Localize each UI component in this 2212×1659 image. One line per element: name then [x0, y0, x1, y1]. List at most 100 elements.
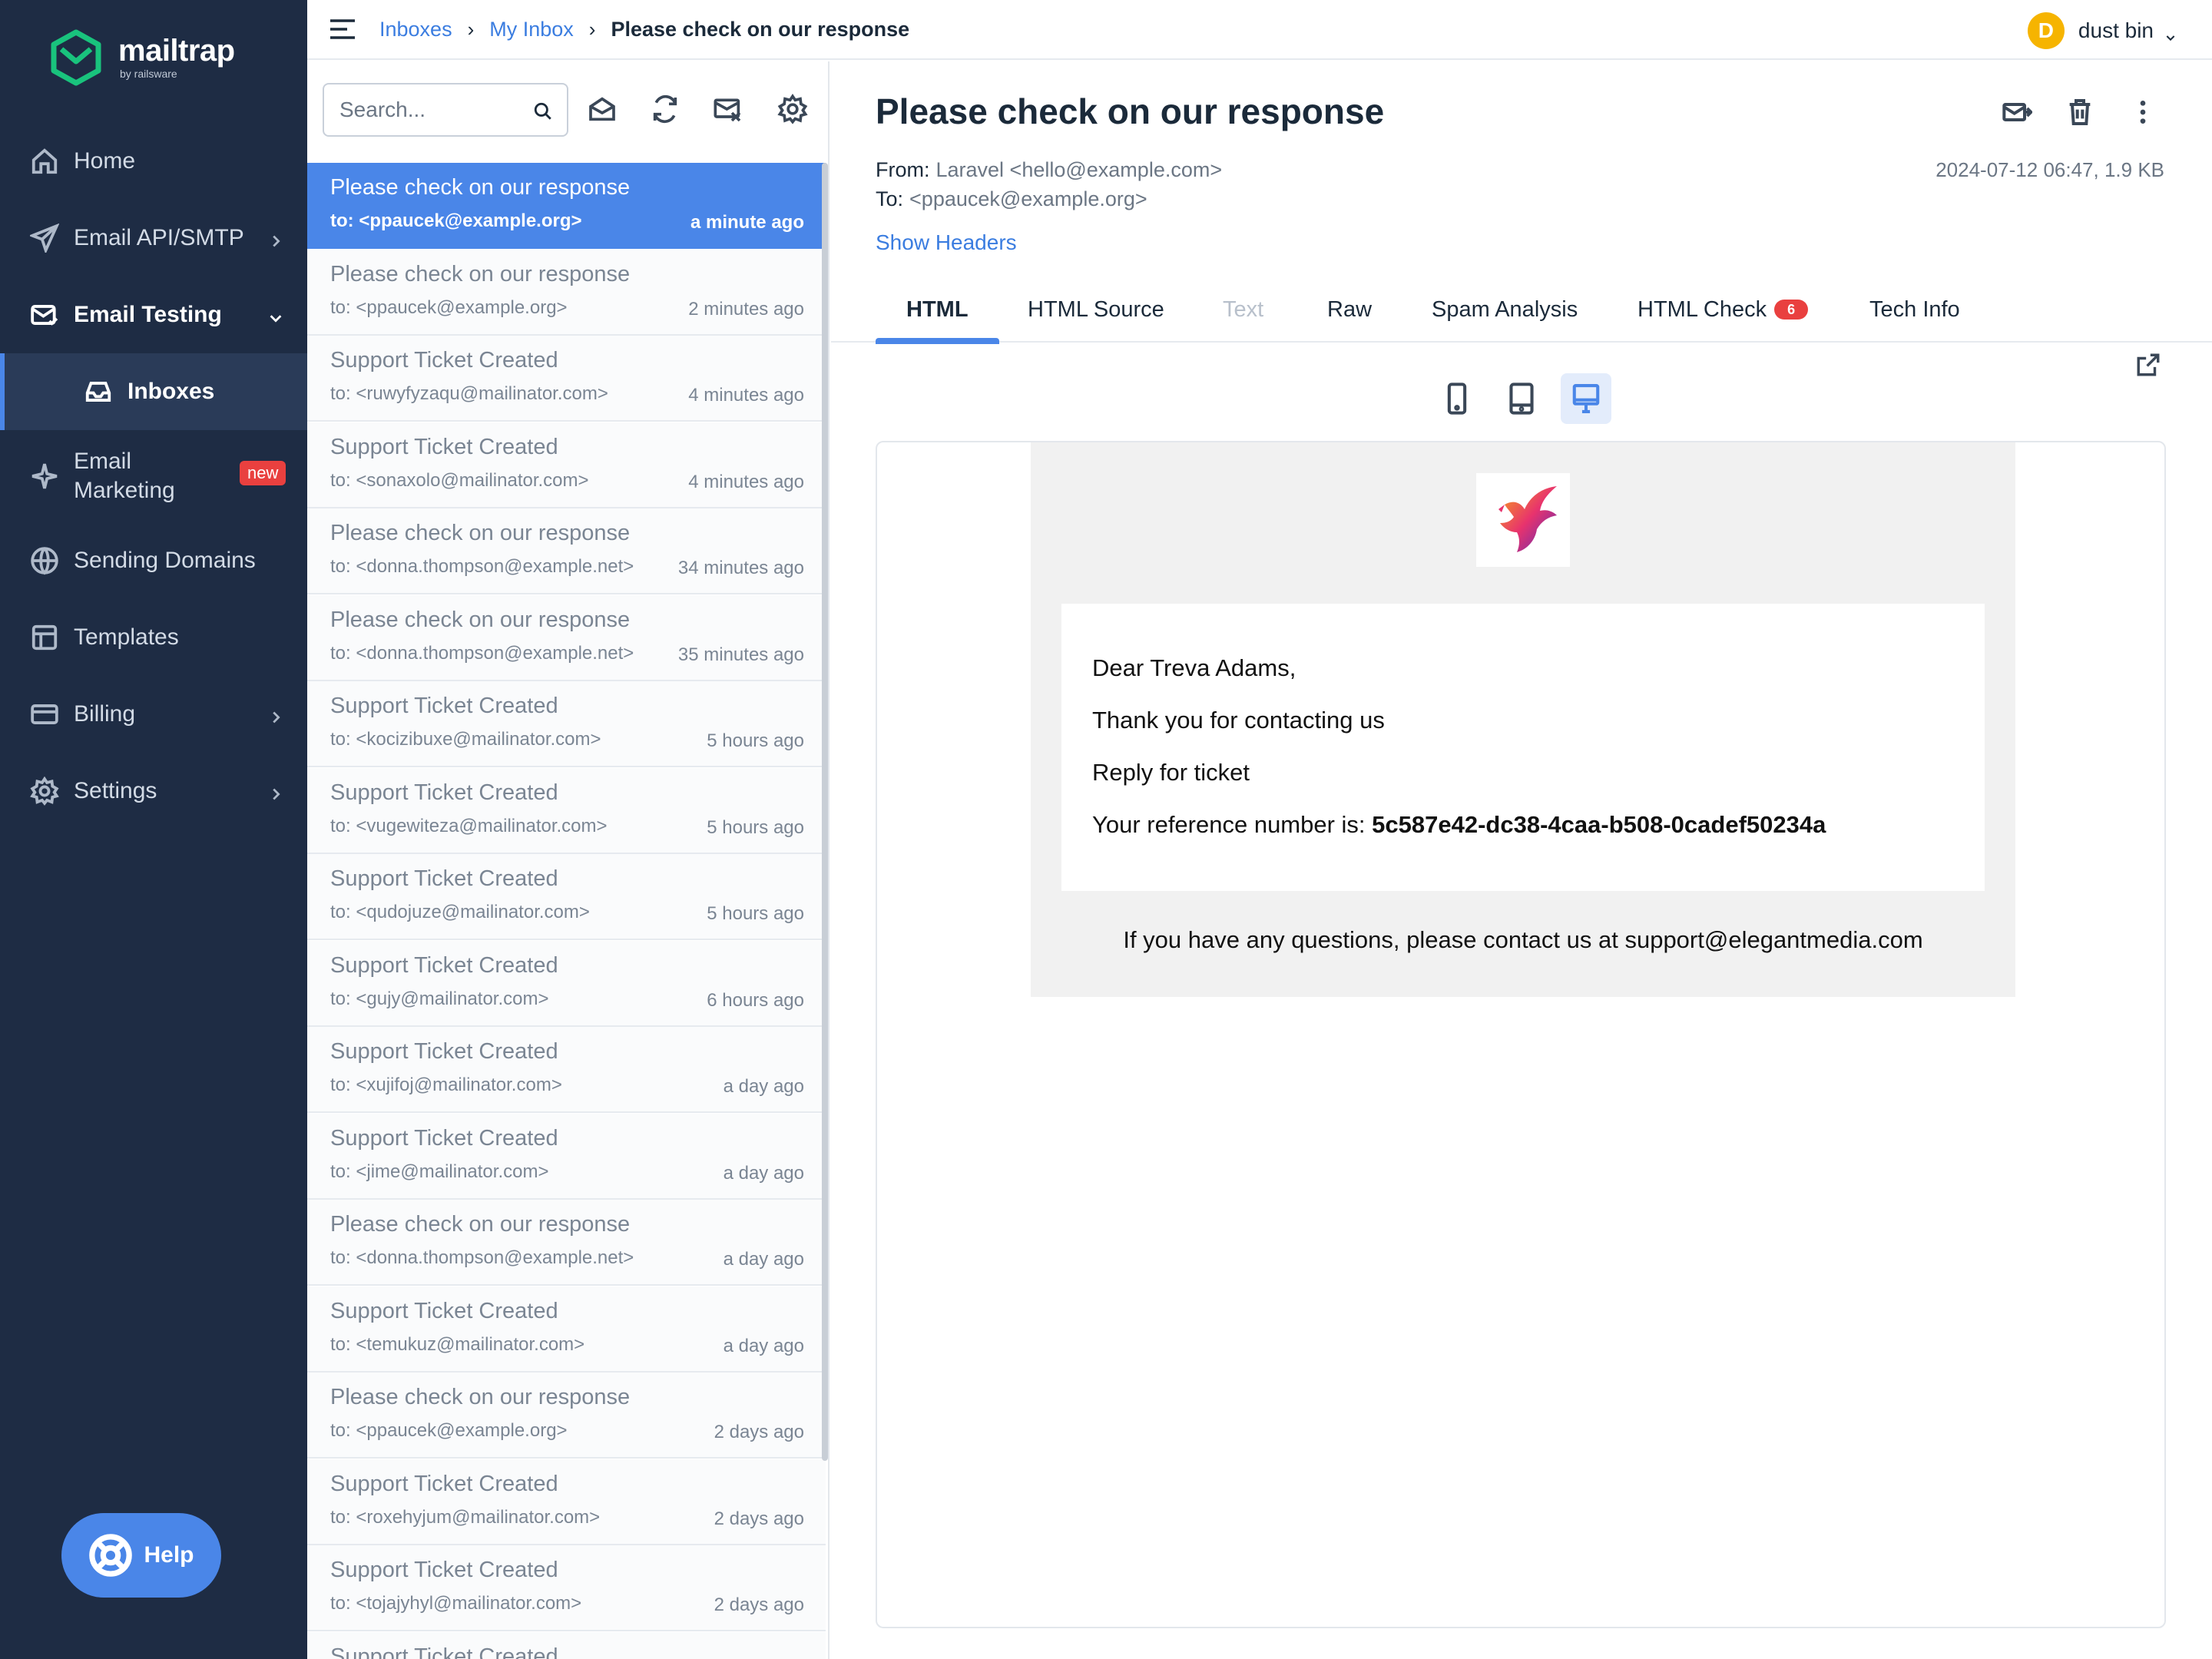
more-options-icon[interactable] — [2128, 97, 2161, 131]
tab-label: HTML Source — [1028, 296, 1164, 322]
brand-logo[interactable]: mailtrap by railsware — [51, 29, 235, 86]
tablet-view-icon[interactable] — [1496, 373, 1547, 424]
to-value: <ppaucek@example.org> — [909, 187, 1147, 210]
message-time: 6 hours ago — [707, 989, 804, 1011]
list-item[interactable]: Please check on our response to: <donna.t… — [307, 508, 826, 594]
help-button[interactable]: Help — [61, 1513, 221, 1598]
tab-label: Spam Analysis — [1432, 296, 1578, 322]
mark-read-icon[interactable] — [587, 94, 618, 124]
menu-toggle-icon[interactable] — [329, 18, 356, 40]
message-time: 5 hours ago — [707, 903, 804, 924]
search-icon[interactable] — [533, 101, 553, 121]
breadcrumb-my-inbox[interactable]: My Inbox — [489, 18, 574, 41]
sidebar-item-email-api[interactable]: Email API/SMTP — [0, 200, 307, 276]
sidebar-item-templates[interactable]: Templates — [0, 599, 307, 676]
refresh-icon[interactable] — [650, 94, 680, 124]
list-item[interactable]: Please check on our response to: <ppaucek… — [307, 163, 826, 249]
gear-icon[interactable] — [777, 94, 808, 124]
gear-icon — [29, 776, 60, 806]
send-icon — [29, 223, 60, 253]
avatar: D — [2027, 12, 2065, 49]
inbox-icon — [83, 376, 114, 407]
list-item[interactable]: Please check on our response to: <donna.t… — [307, 1200, 826, 1286]
list-item[interactable]: Support Ticket Created — [307, 1631, 826, 1659]
app-root: mailtrap by railsware Home Email API/SMT… — [0, 0, 2212, 1659]
sidebar-item-label: Templates — [74, 624, 179, 650]
sidebar-item-label: Email Marketing — [74, 447, 175, 505]
message-subject: Support Ticket Created — [330, 694, 558, 718]
breadcrumb: Inboxes › My Inbox › Please check on our… — [379, 18, 909, 41]
list-item[interactable]: Support Ticket Created to: <vugewiteza@ma… — [307, 767, 826, 854]
mobile-view-icon[interactable] — [1432, 373, 1482, 424]
tab-html-check[interactable]: HTML Check 6 — [1637, 276, 1809, 343]
message-to: to: <donna.thompson@example.net> — [330, 642, 634, 664]
trash-icon[interactable] — [2065, 97, 2098, 131]
sidebar-item-settings[interactable]: Settings — [0, 753, 307, 830]
list-item[interactable]: Support Ticket Created to: <sonaxolo@mail… — [307, 422, 826, 508]
message-to: to: <xujifoj@mailinator.com> — [330, 1075, 562, 1095]
message-subject: Support Ticket Created — [330, 1644, 558, 1659]
sidebar-item-inboxes[interactable]: Inboxes — [0, 353, 307, 430]
tab-tech-info[interactable]: Tech Info — [1869, 276, 1960, 343]
message-title: Please check on our response — [876, 91, 1385, 131]
message-to: to: <temukuz@mailinator.com> — [330, 1333, 585, 1355]
message-to: to: <donna.thompson@example.net> — [330, 556, 634, 577]
sidebar-item-email-testing[interactable]: Email Testing — [0, 276, 307, 353]
credit-card-icon — [29, 699, 60, 730]
user-menu[interactable]: D dust bin — [2027, 12, 2177, 49]
message-time: 4 minutes ago — [688, 385, 804, 406]
list-item[interactable]: Support Ticket Created to: <ruwyfyzaqu@ma… — [307, 336, 826, 422]
search-input[interactable] — [339, 98, 524, 122]
list-item[interactable]: Support Ticket Created to: <kocizibuxe@ma… — [307, 681, 826, 767]
open-external-icon[interactable] — [2135, 352, 2161, 378]
sidebar-item-label: Email Testing — [74, 302, 222, 327]
sidebar-item-sending-domains[interactable]: Sending Domains — [0, 522, 307, 599]
list-item[interactable]: Support Ticket Created to: <xujifoj@maili… — [307, 1027, 826, 1113]
list-item[interactable]: Please check on our response to: <donna.t… — [307, 594, 826, 681]
sidebar-item-billing[interactable]: Billing — [0, 676, 307, 753]
show-headers-link[interactable]: Show Headers — [876, 230, 1017, 255]
list-item[interactable]: Please check on our response to: <ppaucek… — [307, 1373, 826, 1459]
list-item[interactable]: Support Ticket Created to: <roxehyjum@mai… — [307, 1459, 826, 1545]
forward-icon[interactable] — [2002, 97, 2035, 131]
message-to: to: <ppaucek@example.org> — [330, 210, 582, 231]
tab-text[interactable]: Text — [1223, 276, 1263, 343]
tab-label: Raw — [1327, 296, 1373, 322]
list-item[interactable]: Support Ticket Created to: <qudojuze@mail… — [307, 854, 826, 940]
list-item[interactable]: Support Ticket Created to: <gujy@mailinat… — [307, 940, 826, 1027]
from-value: Laravel <hello@example.com> — [935, 158, 1223, 181]
email-logo — [1476, 473, 1570, 567]
message-subject: Support Ticket Created — [330, 780, 558, 805]
message-subject: Please check on our response — [330, 1385, 631, 1409]
list-scrollbar[interactable] — [822, 163, 828, 1461]
list-item[interactable]: Support Ticket Created to: <tojajyhyl@mai… — [307, 1545, 826, 1631]
list-item[interactable]: Support Ticket Created to: <jime@mailinat… — [307, 1113, 826, 1200]
sidebar: mailtrap by railsware Home Email API/SMT… — [0, 0, 307, 1659]
message-subject: Support Ticket Created — [330, 1298, 558, 1323]
chevron-right-icon — [267, 783, 284, 800]
list-item[interactable]: Please check on our response to: <ppaucek… — [307, 249, 826, 336]
email-reference: Your reference number is: 5c587e42-dc38-… — [1092, 811, 1826, 839]
sidebar-item-home[interactable]: Home — [0, 123, 307, 200]
brand-name: mailtrap — [118, 34, 235, 68]
sidebar-item-label: Home — [74, 148, 136, 174]
desktop-view-icon[interactable] — [1561, 373, 1611, 424]
tab-html-source[interactable]: HTML Source — [1028, 276, 1164, 343]
message-to: to: <ruwyfyzaqu@mailinator.com> — [330, 383, 608, 404]
clear-inbox-icon[interactable] — [713, 94, 743, 124]
user-name: dust bin — [2078, 18, 2154, 42]
list-item[interactable]: Support Ticket Created to: <temukuz@maili… — [307, 1286, 826, 1373]
message-time: a minute ago — [690, 212, 804, 233]
sidebar-item-email-marketing[interactable]: Email Marketing new — [0, 430, 307, 522]
template-icon — [29, 622, 60, 653]
lifebuoy-icon — [89, 1534, 133, 1577]
breadcrumb-inboxes[interactable]: Inboxes — [379, 18, 452, 41]
tab-html[interactable]: HTML — [876, 276, 999, 344]
sidebar-item-label: Settings — [74, 778, 157, 803]
message-to: to: <tojajyhyl@mailinator.com> — [330, 1593, 582, 1614]
to-row: To: <ppaucek@example.org> — [876, 187, 1147, 211]
tab-spam-analysis[interactable]: Spam Analysis — [1432, 276, 1578, 343]
tab-raw[interactable]: Raw — [1327, 276, 1372, 343]
message-time: 5 hours ago — [707, 816, 804, 838]
message-subject: Support Ticket Created — [330, 1558, 558, 1582]
